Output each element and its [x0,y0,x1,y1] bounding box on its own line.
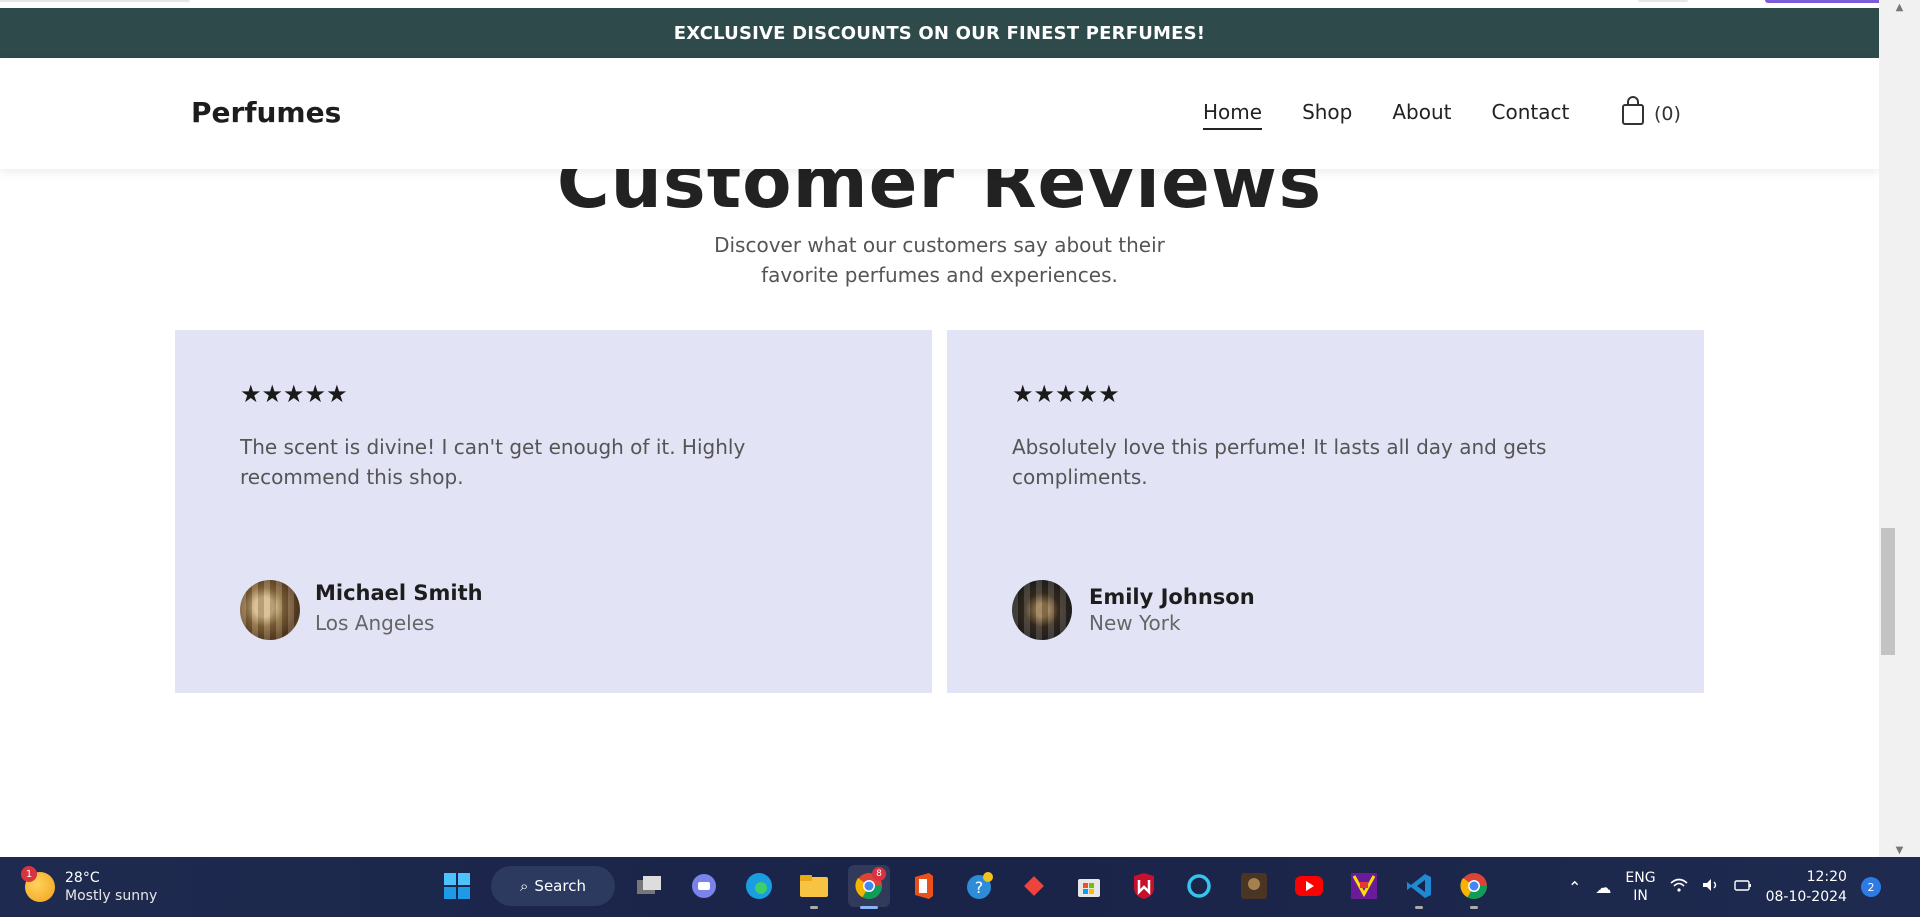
review-card: ★★★★★ The scent is divine! I can't get e… [175,330,932,693]
section-subtitle: Discover what our customers say about th… [0,230,1879,290]
mcafee-icon[interactable] [1123,865,1165,907]
lang-bottom: IN [1633,888,1648,904]
shopping-bag-icon [1620,96,1646,131]
avatar [240,580,300,640]
office-icon[interactable] [903,865,945,907]
wifi-icon[interactable] [1670,878,1688,896]
anydesk-icon[interactable] [1013,865,1055,907]
language-indicator[interactable]: ENG IN [1625,869,1655,905]
nav-home[interactable]: Home [1203,100,1263,130]
promo-text: EXCLUSIVE DISCOUNTS ON OUR FINEST PERFUM… [673,22,1206,44]
search-icon: ⌕ [520,877,529,895]
youtube-icon[interactable] [1288,865,1330,907]
windows-taskbar: 1 28°C Mostly sunny ⌕ Search 8 ? ⌃ ☁ ENG… [0,857,1920,917]
reviewer-city: Los Angeles [315,611,435,635]
onedrive-icon[interactable]: ☁ [1595,878,1611,897]
review-text: The scent is divine! I can't get enough … [240,435,746,489]
chrome-badge: 8 [872,867,886,881]
notification-badge[interactable]: 2 [1860,877,1881,897]
microsoft-store-icon[interactable] [1068,865,1110,907]
subtitle-line: Discover what our customers say about th… [714,233,1165,257]
search-label: Search [534,877,586,895]
cart-button[interactable]: (0) [1620,96,1681,131]
review-text: Absolutely love this perfume! It lasts a… [1012,435,1547,489]
edge-browser-icon[interactable] [738,865,780,907]
nav-contact[interactable]: Contact [1492,100,1570,130]
browser-button[interactable] [1638,0,1688,2]
taskbar-search[interactable]: ⌕ Search [491,866,615,906]
taskbar-apps: ⌕ Search 8 ? [436,865,1495,909]
browser-top-strip [0,0,1879,8]
star-rating: ★★★★★ [240,380,348,408]
file-explorer-icon[interactable] [793,865,835,909]
scrollbar-thumb[interactable] [1881,528,1895,655]
temperature: 28°C [65,870,100,886]
star-rating: ★★★★★ [1012,380,1120,408]
weather-widget[interactable]: 1 28°C Mostly sunny [21,866,158,905]
clock[interactable]: 12:20 08-10-2024 [1766,867,1847,907]
time: 12:20 [1806,869,1847,885]
scroll-down-icon[interactable]: ▼ [1879,843,1920,857]
weather-badge: 1 [21,866,37,882]
svg-text:?: ? [975,878,984,897]
volume-icon[interactable] [1702,878,1720,896]
windows-start-icon[interactable] [436,865,478,907]
lang-top: ENG [1625,870,1656,886]
weather-description: Mostly sunny [65,888,158,904]
cart-count: (0) [1654,102,1681,125]
promo-banner: EXCLUSIVE DISCOUNTS ON OUR FINEST PERFUM… [0,8,1879,58]
site-logo[interactable]: Perfumes [191,96,341,129]
page-scrollbar[interactable]: ▲ ▼ [1879,0,1920,857]
task-view-icon[interactable] [628,865,670,907]
teams-chat-icon[interactable] [683,865,725,907]
main-nav: Home Shop About Contact [1203,100,1569,130]
browser-tab[interactable] [0,0,190,2]
reviews-list: ★★★★★ The scent is divine! I can't get e… [175,330,1704,693]
reviewer-name: Emily Johnson [1089,585,1255,609]
chrome-alt-icon[interactable] [1453,865,1495,909]
battery-icon[interactable] [1733,878,1752,896]
subtitle-line: favorite perfumes and experiences. [761,263,1118,287]
nav-shop[interactable]: Shop [1302,100,1352,130]
avatar [1012,580,1072,640]
chrome-icon[interactable]: 8 [848,865,890,909]
site-header: Perfumes Home Shop About Contact (0) [0,58,1879,169]
game-app-icon[interactable] [1233,865,1275,907]
vscode-icon[interactable] [1398,865,1440,909]
scroll-up-icon[interactable]: ▲ [1879,0,1920,14]
help-icon[interactable]: ? [958,865,1000,907]
browser-profile-button[interactable] [1765,0,1879,3]
review-card: ★★★★★ Absolutely love this perfume! It l… [947,330,1704,693]
cortana-icon[interactable] [1178,865,1220,907]
winamp-icon[interactable] [1343,865,1385,907]
reviewer-city: New York [1089,611,1181,635]
weather-icon: 1 [21,866,55,902]
date: 08-10-2024 [1765,889,1847,905]
browser-viewport: EXCLUSIVE DISCOUNTS ON OUR FINEST PERFUM… [0,0,1879,857]
system-tray: ⌃ ☁ ENG IN 12:20 08-10-2024 2 [1568,867,1881,907]
chevron-up-icon[interactable]: ⌃ [1568,878,1581,897]
reviewer-name: Michael Smith [315,581,483,605]
nav-about[interactable]: About [1392,100,1451,130]
